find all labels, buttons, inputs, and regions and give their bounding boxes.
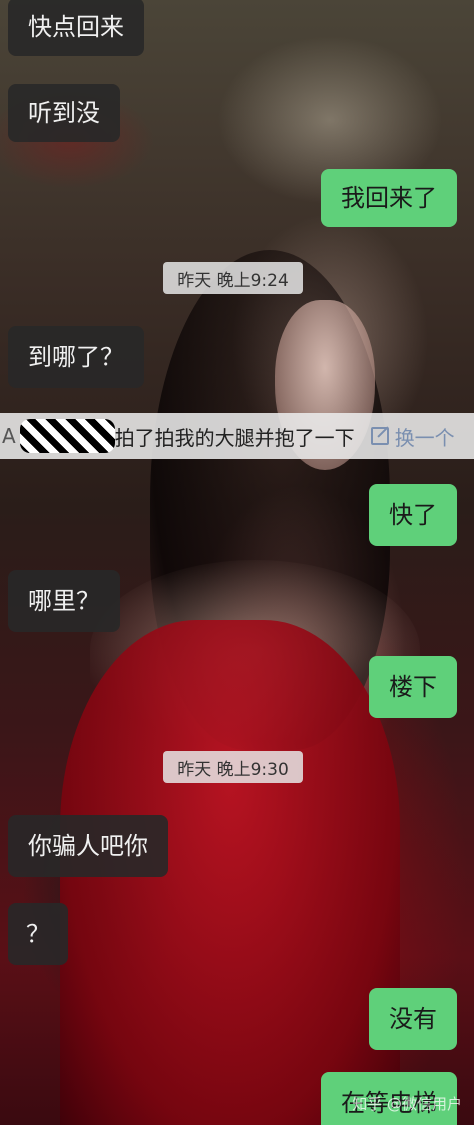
chat-screen: 快点回来 听到没 我回来了 昨天 晚上9:24 到哪了？ A 拍了拍我的大腿并抱… — [0, 0, 474, 1125]
message-received[interactable]: 听到没 — [8, 84, 120, 142]
redacted-name-mosaic — [19, 419, 115, 453]
message-sent[interactable]: 楼下 — [369, 656, 457, 718]
message-sent[interactable]: 我回来了 — [321, 169, 457, 227]
message-received[interactable]: 哪里？ — [8, 570, 120, 632]
message-received[interactable]: ？ — [8, 903, 68, 965]
timestamp-pill: 昨天 晚上9:24 — [163, 262, 303, 294]
message-sent[interactable]: 快了 — [369, 484, 457, 546]
watermark: 知乎 @微信用户 — [352, 1095, 462, 1113]
message-received[interactable]: 到哪了？ — [8, 326, 144, 388]
pat-sender-initial: A — [2, 424, 16, 448]
message-sent[interactable]: 没有 — [369, 988, 457, 1050]
pat-notification-bar: A 拍了拍我的大腿并抱了一下 换一个 — [0, 413, 474, 459]
message-received[interactable]: 你骗人吧你 — [8, 815, 168, 877]
message-received[interactable]: 快点回来 — [8, 0, 144, 56]
pat-swap-label: 换一个 — [394, 425, 455, 450]
pat-action-text: 拍了拍我的大腿并抱了一下 — [114, 425, 355, 450]
pat-swap-link[interactable]: 换一个 — [370, 422, 455, 451]
edit-icon — [370, 427, 389, 445]
timestamp-pill: 昨天 晚上9:30 — [163, 751, 303, 783]
